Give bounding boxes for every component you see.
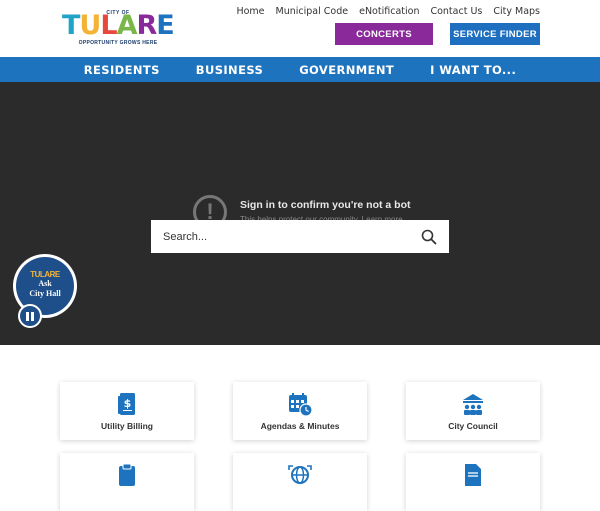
service-finder-button[interactable]: SERVICE FINDER: [450, 23, 540, 45]
tile-label: City Council: [448, 421, 498, 431]
main-nav: RESIDENTS BUSINESS GOVERNMENT I WANT TO.…: [0, 57, 600, 82]
bot-title: Sign in to confirm you're not a bot: [240, 199, 411, 211]
search-icon[interactable]: [421, 229, 437, 245]
tile-agendas-minutes[interactable]: Agendas & Minutes: [233, 382, 367, 440]
tile-city-council[interactable]: City Council: [406, 382, 540, 440]
clipboard-icon: [119, 463, 135, 486]
link-home[interactable]: Home: [236, 6, 264, 17]
document-icon: [465, 464, 481, 486]
link-municipal-code[interactable]: Municipal Code: [276, 6, 349, 17]
tile-label: Utility Billing: [101, 421, 153, 431]
ask-line1: Ask: [38, 278, 52, 288]
site-search: [151, 220, 449, 253]
tile-clipboard[interactable]: [60, 453, 194, 511]
nav-residents[interactable]: RESIDENTS: [84, 63, 160, 77]
svg-text:$: $: [124, 397, 132, 410]
logo-word: TULARE: [62, 10, 175, 41]
nav-i-want-to[interactable]: I WANT TO...: [430, 63, 516, 77]
bill-icon: $: [118, 393, 135, 415]
council-icon: [463, 394, 483, 415]
ask-logo: TULARE: [30, 269, 60, 279]
site-header: CITY OF TULARE OPPORTUNITY GROWS HERE Ho…: [0, 0, 600, 57]
tulare-logo[interactable]: CITY OF TULARE OPPORTUNITY GROWS HERE: [60, 10, 176, 48]
quick-links: $ Utility Billing Agendas & Minutes City…: [0, 345, 600, 511]
concerts-button[interactable]: CONCERTS: [335, 23, 433, 45]
calendar-clock-icon: [289, 393, 313, 417]
globe-icon: [288, 465, 312, 484]
link-contact-us[interactable]: Contact Us: [430, 6, 482, 17]
pause-icon: [26, 311, 29, 321]
hero-banner: ! Sign in to confirm you're not a bot Th…: [0, 82, 600, 345]
link-city-maps[interactable]: City Maps: [493, 6, 540, 17]
search-input[interactable]: [163, 230, 421, 243]
link-enotification[interactable]: eNotification: [359, 6, 419, 17]
tile-utility-billing[interactable]: $ Utility Billing: [60, 382, 194, 440]
nav-government[interactable]: GOVERNMENT: [299, 63, 394, 77]
tile-document[interactable]: [406, 453, 540, 511]
logo-tagline: OPPORTUNITY GROWS HERE: [78, 40, 158, 46]
tile-label: Agendas & Minutes: [260, 421, 340, 431]
ask-line2: City Hall: [29, 288, 61, 298]
tile-globe[interactable]: [233, 453, 367, 511]
utility-links: Home Municipal Code eNotification Contac…: [225, 6, 540, 17]
nav-business[interactable]: BUSINESS: [196, 63, 263, 77]
pause-button[interactable]: [18, 304, 42, 328]
